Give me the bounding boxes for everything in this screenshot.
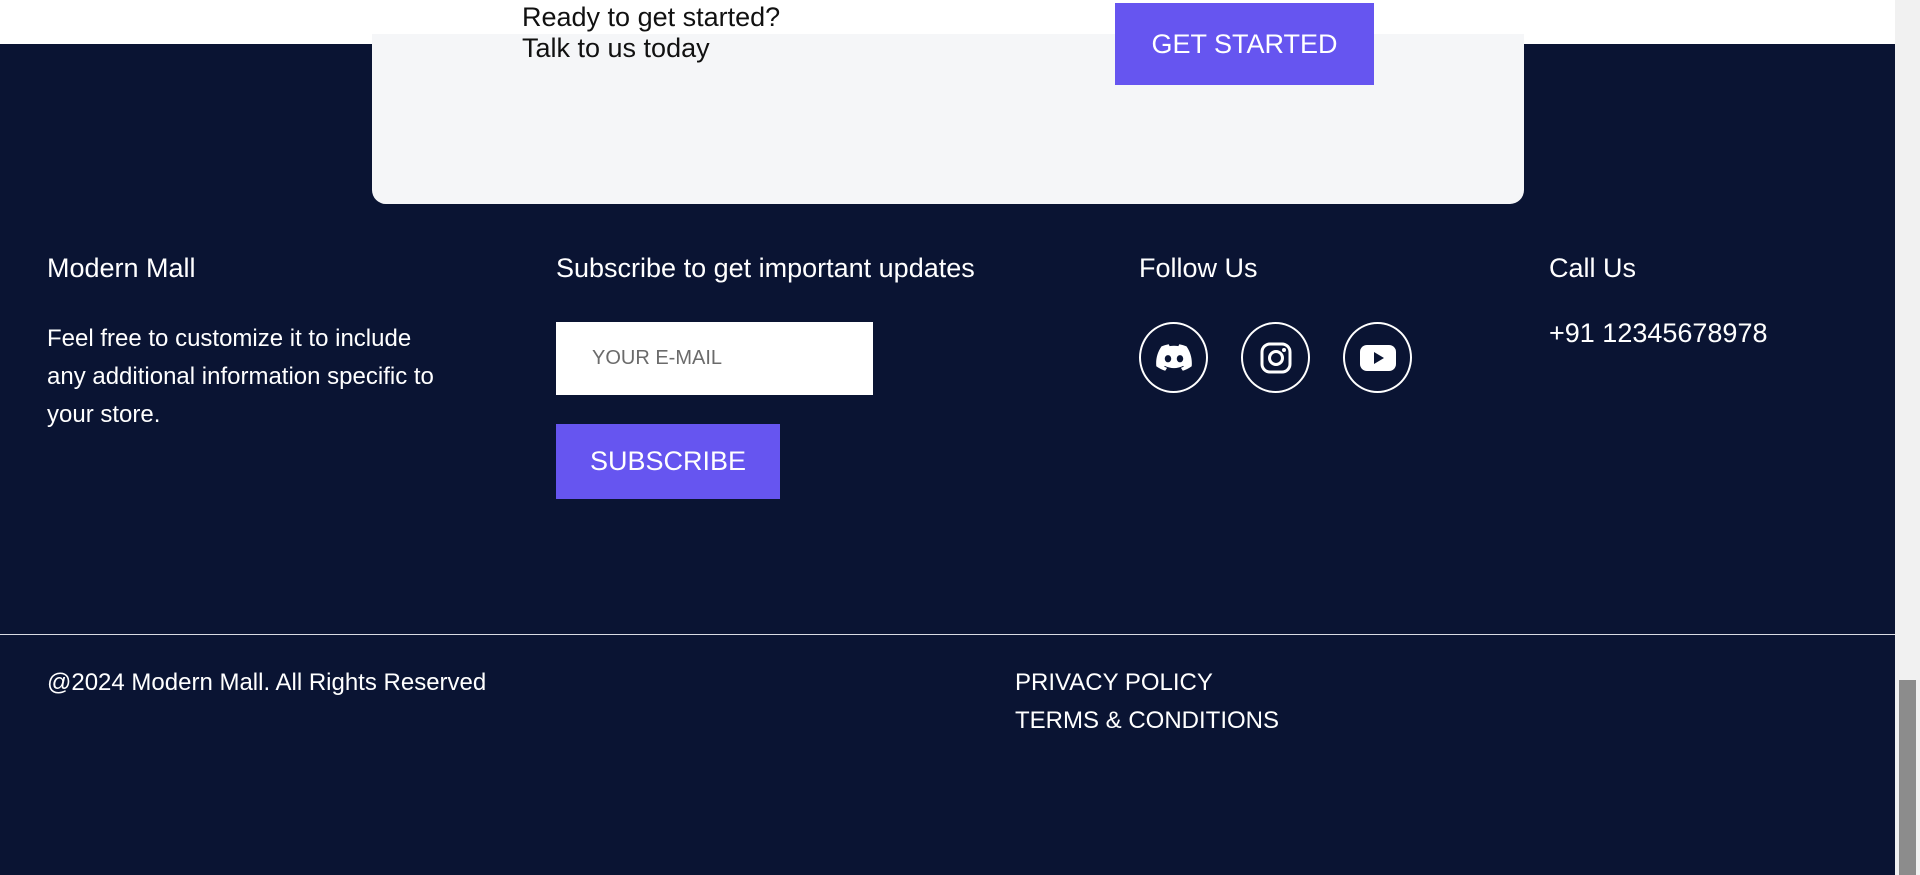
brand-title: Modern Mall (47, 253, 196, 283)
youtube-icon (1359, 344, 1396, 371)
phone-number[interactable]: +91 12345678978 (1549, 318, 1767, 349)
terms-conditions-link[interactable]: TERMS & CONDITIONS (1015, 707, 1279, 735)
brand-description: Feel free to customize it to include any… (47, 325, 434, 428)
subscribe-title: Subscribe to get important updates (556, 253, 975, 283)
get-started-button[interactable]: GET STARTED (1115, 3, 1374, 85)
instagram-button[interactable] (1241, 322, 1310, 393)
email-input[interactable] (556, 322, 873, 395)
scrollbar-thumb[interactable] (1899, 680, 1916, 875)
subscribe-button[interactable]: SUBSCRIBE (556, 424, 780, 499)
footer-divider (0, 634, 1895, 635)
privacy-policy-link[interactable]: PRIVACY POLICY (1015, 669, 1213, 697)
cta-line-1: Ready to get started? (522, 2, 781, 32)
copyright-text: @2024 Modern Mall. All Rights Reserved (47, 669, 487, 696)
site-footer (0, 34, 1895, 875)
vertical-scrollbar[interactable] (1895, 0, 1920, 875)
cta-text: Ready to get started? Talk to us today (522, 2, 780, 64)
discord-button[interactable] (1139, 322, 1208, 393)
discord-icon (1155, 343, 1192, 371)
call-title: Call Us (1549, 253, 1637, 283)
follow-title: Follow Us (1139, 253, 1258, 283)
cta-line-2: Talk to us today (522, 33, 710, 63)
youtube-button[interactable] (1343, 322, 1412, 393)
instagram-icon (1260, 342, 1291, 373)
